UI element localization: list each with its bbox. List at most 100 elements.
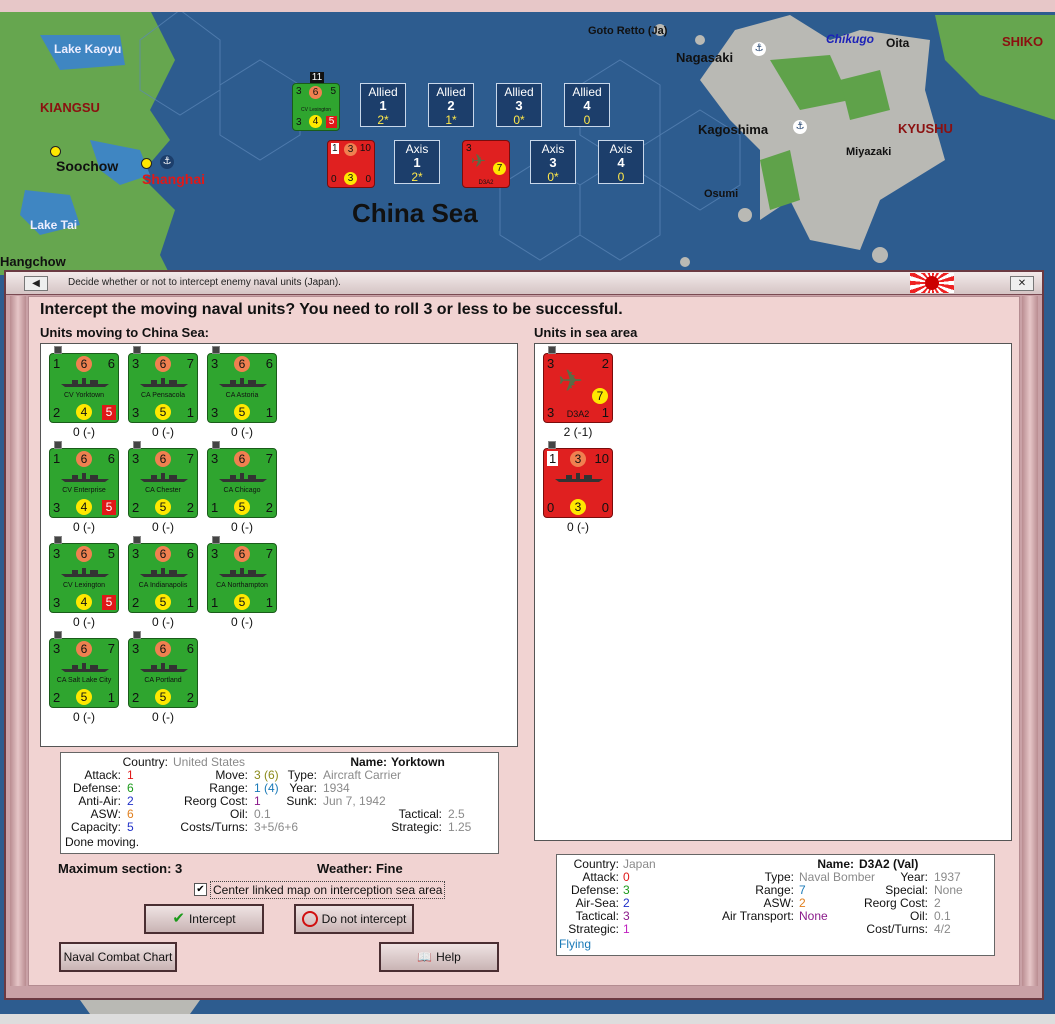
- counter-value: 6: [155, 641, 171, 657]
- pin-icon: [54, 631, 62, 639]
- counter-value: 3: [132, 356, 140, 371]
- do-not-intercept-button[interactable]: Do not intercept: [294, 904, 414, 934]
- counter-value: 5: [155, 594, 171, 610]
- counter-value: 7: [592, 388, 608, 404]
- counter-value: 2: [53, 405, 61, 420]
- counter-value: 7: [107, 641, 115, 656]
- intercept-button[interactable]: ✔ Intercept: [144, 904, 264, 934]
- slot-number: 2: [447, 98, 455, 113]
- counter-value: 7: [186, 356, 194, 371]
- close-icon[interactable]: ✕: [1010, 276, 1034, 291]
- counter-value: 6: [76, 641, 92, 657]
- slot-value: 2*: [377, 113, 389, 127]
- map-counter-axis-ship[interactable]: 1 3 10 0 3 0: [327, 140, 375, 188]
- counter-value: 7: [265, 546, 273, 561]
- moving-units-panel[interactable]: 1 6 6 CV Yorktown 2 4 5 0 (-) 3 6 7 CA Pensacola 3 5 1…: [40, 343, 518, 747]
- stack-count-badge: 11: [310, 72, 324, 83]
- axis-section-1[interactable]: Axis 1 2*: [394, 140, 440, 184]
- ship-unit-counter[interactable]: 1 3 10 0 3 0: [543, 441, 613, 518]
- allied-section-2[interactable]: Allied 2 1*: [428, 83, 474, 127]
- counter-value: 1: [331, 143, 339, 154]
- do-not-intercept-button-label: Do not intercept: [321, 912, 407, 926]
- counter-value: 6: [76, 546, 92, 562]
- unit-value: 0 (-): [567, 520, 589, 534]
- counter-value: 6: [107, 451, 115, 466]
- unit-counter[interactable]: 1 6 6 CV Yorktown 2 4 5: [49, 346, 119, 423]
- back-arrow-icon[interactable]: ◀: [24, 276, 48, 291]
- unit-counter[interactable]: 3 6 7 CA Salt Lake City 2 5 1: [49, 631, 119, 708]
- pin-icon: [133, 631, 141, 639]
- slot-label: Axis: [405, 142, 429, 156]
- warship-icon: [219, 473, 267, 482]
- warship-icon: [219, 378, 267, 387]
- counter-value: 2: [186, 690, 194, 705]
- map-label-nagasaki: Nagasaki: [676, 50, 734, 65]
- counter-value: 7: [493, 162, 506, 175]
- counter-value: 3: [547, 405, 555, 420]
- strategic-label: Strategic:: [568, 922, 619, 936]
- counter-value: 3: [570, 451, 586, 467]
- slot-value: 0*: [513, 113, 525, 127]
- city-marker-shanghai[interactable]: [141, 158, 152, 169]
- sea-units-panel[interactable]: 3 2 ✈ 7 D3A2 3 1 2 (-1) 1 3 10 0 3 0 0 (-): [534, 343, 1012, 841]
- map-label-oita: Oita: [886, 36, 910, 50]
- counter-value: 3: [132, 546, 140, 561]
- intercept-question: Intercept the moving naval units? You ne…: [40, 301, 623, 318]
- unit-counter[interactable]: 3 6 6 CA Astoria 3 5 1: [207, 346, 277, 423]
- slot-value: 0: [583, 113, 591, 127]
- counter-value: 5: [330, 86, 336, 97]
- dialog-titlebar[interactable]: ◀ Decide whether or not to intercept ene…: [6, 272, 1042, 295]
- unit-name: CA Portland: [144, 677, 182, 684]
- moving-units-heading: Units moving to China Sea:: [40, 325, 210, 340]
- unit-counter[interactable]: 1 6 6 CV Enterprise 3 4 5: [49, 441, 119, 518]
- counter-value: 6: [186, 641, 194, 656]
- plane-icon: ✈: [558, 365, 584, 398]
- center-map-checkbox-label[interactable]: Center linked map on interception sea ar…: [210, 881, 446, 899]
- unit-name: CA Chester: [145, 487, 181, 494]
- allied-section-3[interactable]: Allied 3 0*: [496, 83, 542, 127]
- unit-value: 2 (-1): [563, 425, 593, 439]
- naval-combat-chart-label: Naval Combat Chart: [63, 950, 173, 964]
- axis-section-4[interactable]: Axis 4 0: [598, 140, 644, 184]
- counter-value: 1: [211, 500, 219, 515]
- help-button[interactable]: 📖 Help: [379, 942, 499, 972]
- airtransport-value: None: [799, 909, 828, 923]
- unit-counter[interactable]: 3 6 7 CA Chicago 1 5 2: [207, 441, 277, 518]
- counter-value: 10: [359, 143, 371, 154]
- unit-counter[interactable]: 3 6 6 CA Indianapolis 2 5 1: [128, 536, 198, 613]
- slot-value: 0*: [547, 170, 559, 184]
- center-map-checkbox[interactable]: ✔: [194, 883, 207, 896]
- map-counter-d3a2[interactable]: 3 ✈ 7 D3A2: [462, 140, 510, 188]
- counter-value: 6: [309, 86, 322, 99]
- unit-counter[interactable]: 3 6 6 CA Portland 2 5 2: [128, 631, 198, 708]
- counter-value: 6: [186, 546, 194, 561]
- unit-counter[interactable]: 3 6 7 CA Pensacola 3 5 1: [128, 346, 198, 423]
- counter-name: D3A2: [478, 180, 494, 186]
- pin-icon: [212, 441, 220, 449]
- slot-value: 1*: [445, 113, 457, 127]
- slot-number: 1: [379, 98, 387, 113]
- unit-name: CA Pensacola: [141, 392, 185, 399]
- checkmark-icon: ✔: [172, 910, 185, 927]
- counter-value: 7: [265, 451, 273, 466]
- strategic-value: 1: [623, 922, 630, 936]
- counter-value: 2: [132, 595, 140, 610]
- naval-combat-chart-button[interactable]: Naval Combat Chart: [59, 942, 177, 972]
- unit-counter[interactable]: 3 6 7 CA Northampton 1 5 1: [207, 536, 277, 613]
- allied-section-1[interactable]: Allied 1 2*: [360, 83, 406, 127]
- allied-section-4[interactable]: Allied 4 0: [564, 83, 610, 127]
- city-marker-soochow[interactable]: [50, 146, 61, 157]
- air-unit-counter[interactable]: 3 2 ✈ 7 D3A2 3 1: [543, 346, 613, 423]
- slot-value: 2*: [411, 170, 423, 184]
- unit-counter[interactable]: 3 6 5 CV Lexington 3 4 5: [49, 536, 119, 613]
- counter-value: 2: [265, 500, 273, 515]
- counter-value: 1: [265, 595, 273, 610]
- axis-section-3[interactable]: Axis 3 0*: [530, 140, 576, 184]
- counter-value: 5: [326, 116, 337, 128]
- unit-counter[interactable]: 3 6 7 CA Chester 2 5 2: [128, 441, 198, 518]
- unit-name: CV Yorktown: [63, 392, 105, 399]
- max-section-label: Maximum section: 3: [58, 861, 183, 876]
- unit-status: Flying: [559, 937, 592, 951]
- map-label-kyushu: KYUSHU: [898, 121, 953, 136]
- map-counter-cv-lexington[interactable]: 3 6 5 CV Lexington 3 4 5: [292, 83, 340, 131]
